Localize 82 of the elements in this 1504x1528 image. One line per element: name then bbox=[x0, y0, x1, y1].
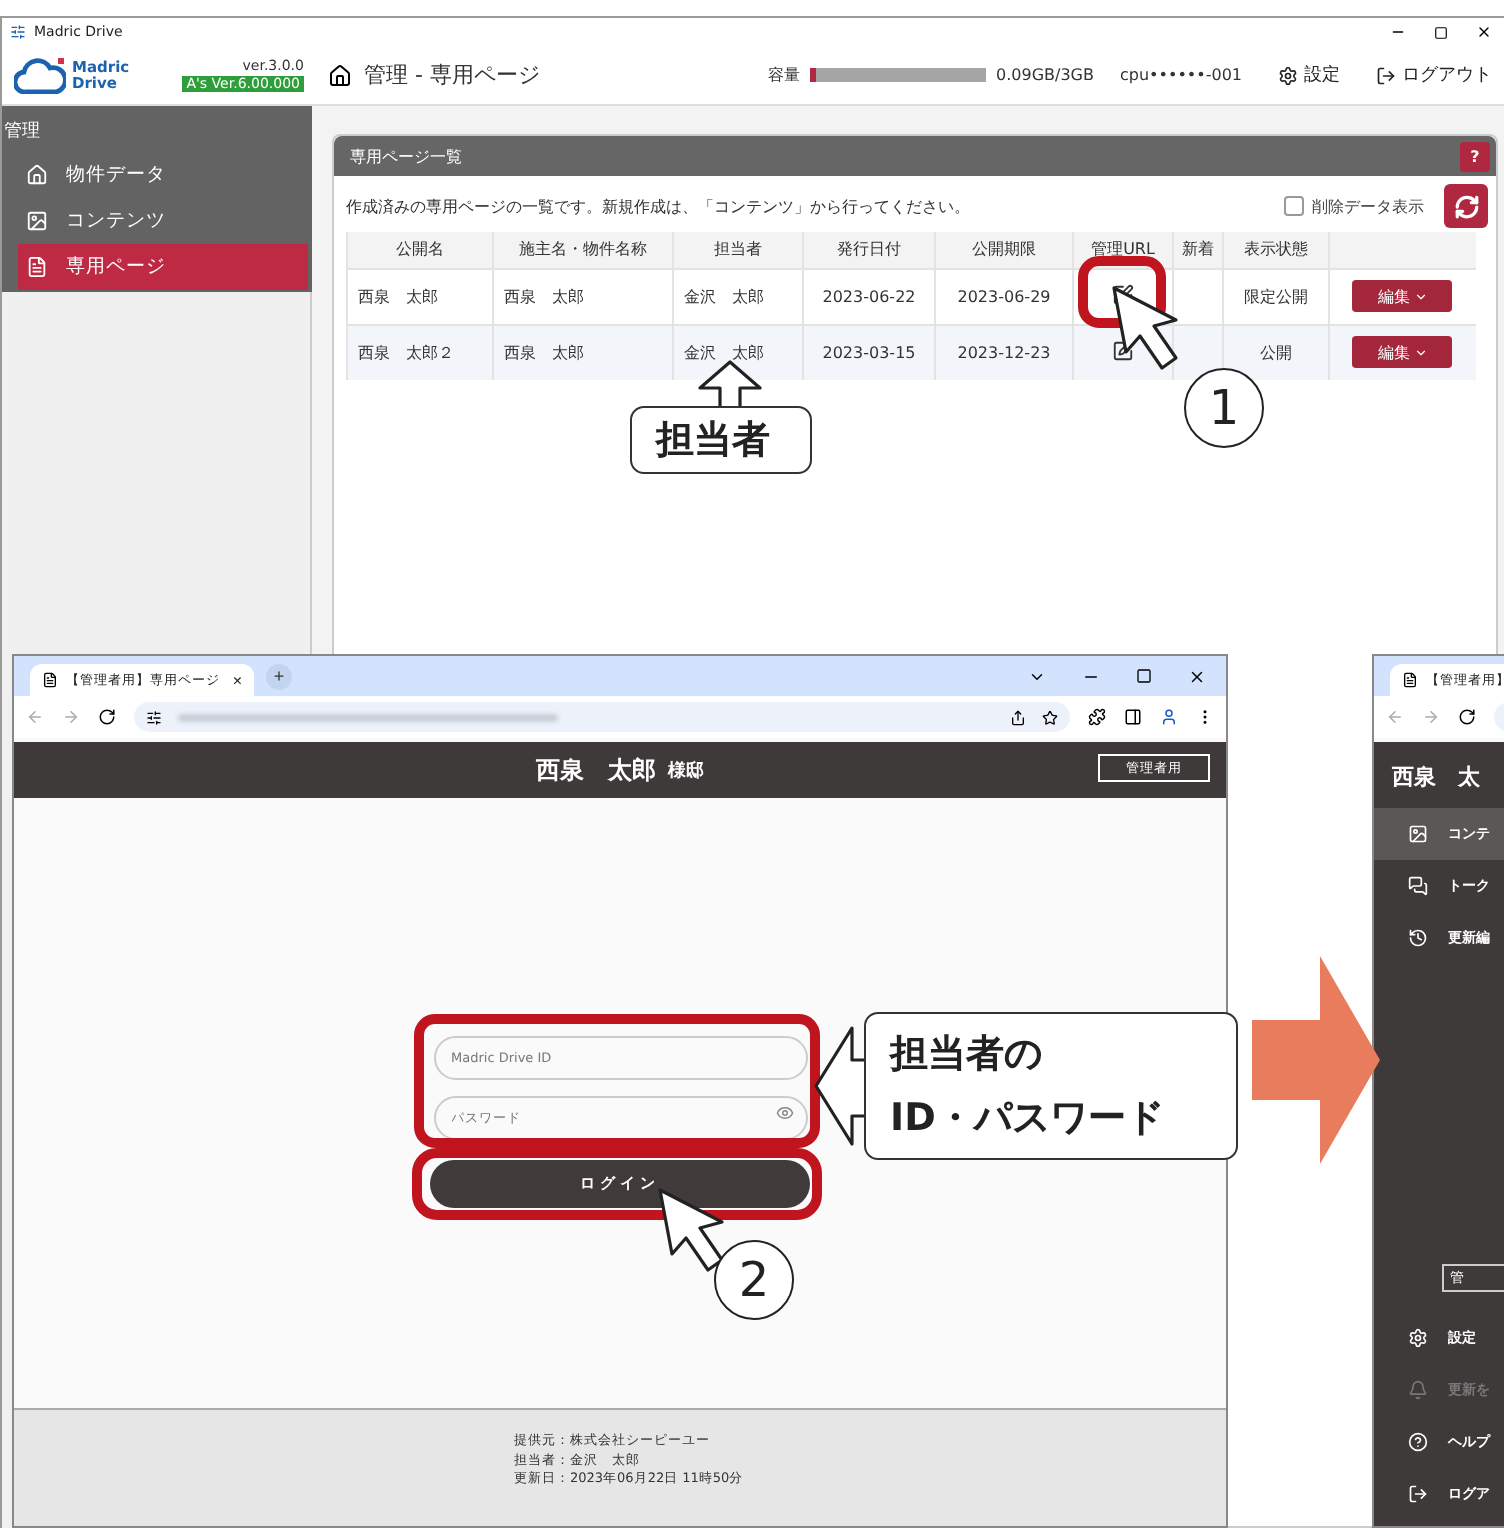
table-cell: 西泉 太郎 bbox=[347, 268, 493, 324]
app-icon bbox=[10, 24, 26, 40]
account-id: cpu••••••-001 bbox=[1119, 66, 1242, 84]
refresh-icon bbox=[1453, 193, 1479, 219]
settings-button[interactable]: 設定 bbox=[1278, 62, 1340, 88]
logout-icon bbox=[1376, 65, 1396, 85]
page-icon bbox=[1402, 672, 1418, 688]
bell-icon bbox=[1408, 1380, 1428, 1400]
close-icon bbox=[1188, 667, 1206, 685]
house-icon bbox=[26, 164, 48, 186]
back-icon bbox=[26, 708, 44, 726]
column-header: 新着 bbox=[1173, 232, 1223, 268]
checkbox[interactable] bbox=[1284, 196, 1304, 216]
tab-close-button[interactable]: × bbox=[232, 671, 242, 689]
close-icon[interactable] bbox=[1476, 24, 1492, 40]
callout-label: 担当者の ID・パスワード bbox=[864, 1012, 1238, 1160]
share-icon bbox=[1010, 709, 1026, 725]
capacity-reading: 0.09GB/3GB bbox=[996, 66, 1094, 84]
page-icon bbox=[26, 256, 48, 278]
column-header: 公開期限 bbox=[935, 232, 1073, 268]
column-header: 表示状態 bbox=[1223, 232, 1329, 268]
history-icon bbox=[1408, 928, 1428, 948]
side-panel-icon bbox=[1124, 708, 1142, 726]
chat-icon bbox=[1408, 876, 1428, 896]
edit-button[interactable]: 編集 bbox=[1352, 336, 1453, 369]
logout-button[interactable]: ログアウト bbox=[1376, 62, 1492, 88]
reload-icon bbox=[98, 708, 116, 726]
table-cell: 西泉 太郎 bbox=[493, 324, 673, 380]
eye-icon[interactable] bbox=[775, 1104, 793, 1122]
caret-icon bbox=[1413, 345, 1428, 360]
back-icon bbox=[1386, 708, 1404, 726]
capacity-label: 容量 bbox=[768, 64, 800, 86]
table-cell: 2023-12-23 bbox=[935, 324, 1073, 380]
column-header: 施主名・物件名称 bbox=[493, 232, 673, 268]
table-cell: 西泉 太郎 bbox=[493, 268, 673, 324]
table-cell: 2023-03-15 bbox=[803, 324, 935, 380]
description-text: 作成済みの専用ページの一覧です。新規作成は、「コンテンツ」から行ってください。 bbox=[346, 195, 970, 217]
column-header: 担当者 bbox=[673, 232, 803, 268]
extensions-icon bbox=[1088, 708, 1106, 726]
owner-name: 西泉 太郎 bbox=[536, 753, 656, 787]
name-suffix: 様邸 bbox=[668, 759, 704, 783]
column-header: 公開名 bbox=[347, 232, 493, 268]
sidebar-heading: 管理 bbox=[2, 119, 42, 144]
sidebar-item[interactable]: 物件データ bbox=[18, 152, 308, 198]
column-header: 発行日付 bbox=[803, 232, 935, 268]
forward-icon bbox=[62, 708, 80, 726]
maximize-icon bbox=[1136, 667, 1152, 683]
sidebar-item[interactable]: 専用ページ bbox=[18, 244, 308, 290]
checkbox-label: 削除データ表示 bbox=[1312, 195, 1424, 217]
maximize-icon[interactable] bbox=[1434, 25, 1448, 39]
star-icon bbox=[1042, 709, 1058, 725]
settings-icon bbox=[1408, 1328, 1428, 1348]
panel-title: 専用ページ一覧 bbox=[350, 145, 462, 167]
new-tab-button[interactable]: + bbox=[266, 663, 292, 689]
table-cell: 2023-06-29 bbox=[935, 268, 1073, 324]
image-icon bbox=[26, 210, 48, 232]
callout-label: 担当者 bbox=[630, 406, 812, 474]
status-cell: 限定公開 bbox=[1223, 268, 1329, 324]
caret-icon bbox=[1413, 289, 1428, 303]
logout-icon bbox=[1408, 1484, 1428, 1504]
table-cell: 金沢 太郎 bbox=[673, 268, 803, 324]
help-icon bbox=[1408, 1432, 1428, 1452]
profile-icon bbox=[1160, 708, 1178, 726]
refresh-button[interactable] bbox=[1444, 184, 1488, 228]
site-settings-icon bbox=[146, 709, 162, 725]
forward-icon bbox=[1422, 708, 1440, 726]
house-icon bbox=[328, 63, 352, 87]
page-icon bbox=[42, 672, 58, 688]
settings-icon bbox=[1278, 65, 1298, 85]
owner-name: 西泉 太 bbox=[1390, 762, 1482, 792]
image-icon bbox=[1408, 824, 1428, 844]
help-button[interactable]: ? bbox=[1460, 141, 1490, 171]
reload-icon bbox=[1458, 708, 1476, 726]
up-arrow-icon bbox=[696, 360, 764, 412]
edit-button[interactable]: 編集 bbox=[1352, 280, 1453, 312]
right-arrow-icon bbox=[1252, 956, 1380, 1164]
page-title: 管理 - 専用ページ bbox=[364, 60, 540, 90]
sidebar-item[interactable]: コンテンツ bbox=[18, 198, 308, 244]
cloud-logo-icon bbox=[14, 57, 66, 93]
table-cell: 西泉 太郎２ bbox=[347, 324, 493, 380]
cursor-icon bbox=[656, 1186, 728, 1274]
table-cell: 2023-06-22 bbox=[803, 268, 935, 324]
